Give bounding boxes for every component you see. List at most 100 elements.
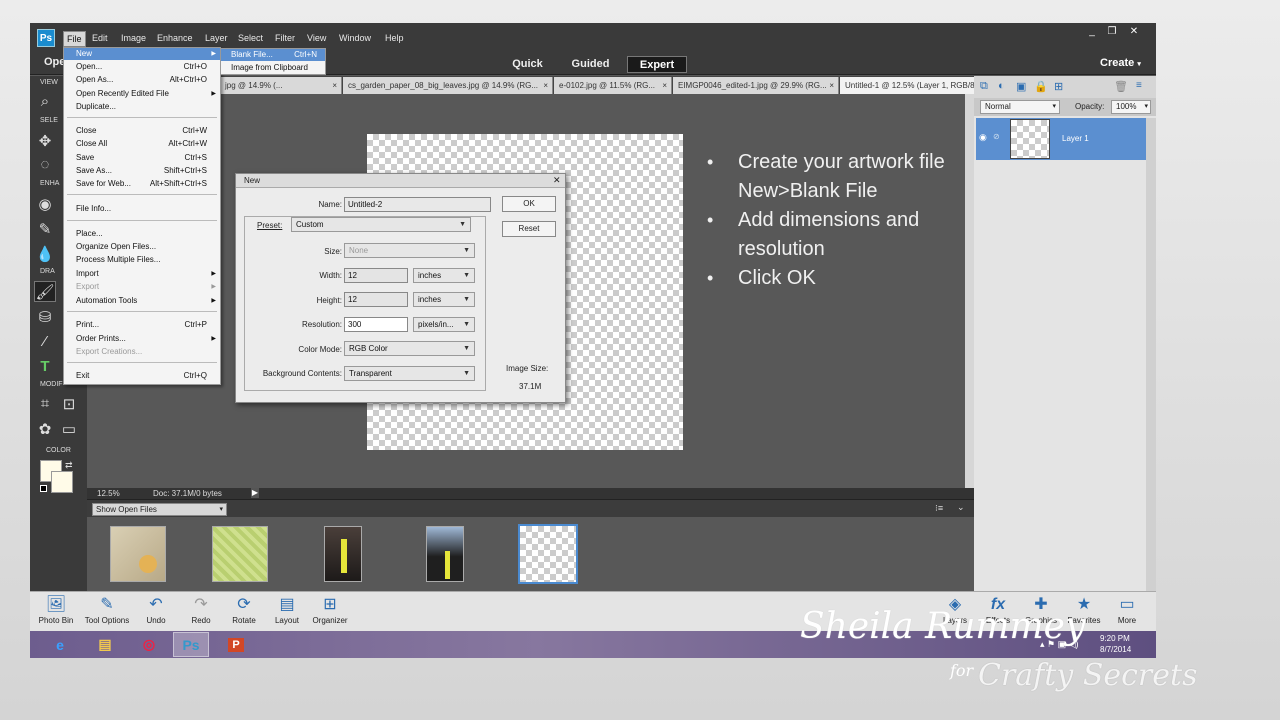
color-mode-select[interactable]: RGB Color ▼ [344, 341, 475, 356]
opacity-field[interactable]: 100% ▾ [1111, 100, 1151, 114]
close-icon[interactable]: ✕ [553, 175, 561, 186]
undo-button[interactable]: ↶ Undo [131, 594, 181, 630]
background-contents-select[interactable]: Transparent ▼ [344, 366, 475, 381]
move-tool-icon[interactable]: ✥ [34, 130, 56, 151]
bin-thumbnail[interactable] [426, 526, 464, 582]
panel-menu-icon[interactable]: ≡ [1136, 80, 1142, 91]
eyedropper-tool-icon[interactable]: ⁄ [34, 331, 56, 352]
new-layer-icon[interactable]: ⧉ [980, 80, 988, 93]
menu-file[interactable]: File [63, 31, 86, 47]
lock-all-icon[interactable]: ⊞ [1054, 80, 1063, 93]
internet-explorer-icon[interactable]: e [42, 632, 78, 657]
menu-select[interactable]: Select [235, 31, 266, 45]
chrome-icon[interactable]: ◎ [131, 632, 167, 657]
organizer-button[interactable]: ⊞ Organizer [305, 594, 355, 630]
brush-tool-icon[interactable]: 🖌 [34, 281, 56, 302]
menu-item-order-prints[interactable]: Order Prints... ▶ [64, 333, 220, 345]
menu-filter[interactable]: Filter [272, 31, 298, 45]
close-tab-icon[interactable]: × [332, 77, 337, 94]
menu-item-image-from-clipboard[interactable]: Image from Clipboard [221, 62, 325, 74]
type-tool-icon[interactable]: T [34, 356, 56, 377]
resolution-field[interactable]: 300 [344, 317, 408, 332]
menu-item-open-as[interactable]: Open As... Alt+Ctrl+O [64, 74, 220, 86]
menu-view[interactable]: View [304, 31, 329, 45]
menu-item-save-as[interactable]: Save As... Shift+Ctrl+S [64, 165, 220, 177]
menu-item-open[interactable]: Open... Ctrl+O [64, 61, 220, 73]
collapse-bin-icon[interactable]: ⌄ [957, 502, 965, 513]
menu-window[interactable]: Window [336, 31, 374, 45]
blend-mode-select[interactable]: Normal ▾ [980, 100, 1060, 114]
menu-item-close-all[interactable]: Close All Alt+Ctrl+W [64, 138, 220, 150]
width-unit-select[interactable]: inches ▼ [413, 268, 475, 283]
recompose-tool-icon[interactable]: ⊡ [58, 393, 80, 414]
bin-thumbnail[interactable] [110, 526, 166, 582]
mode-quick[interactable]: Quick [500, 56, 555, 73]
trash-icon[interactable]: 🗑 [1114, 80, 1128, 93]
mode-expert[interactable]: Expert [627, 56, 687, 73]
blur-tool-icon[interactable]: 💧 [34, 243, 56, 264]
tab-document[interactable]: EIMGP0046_edited-1.jpg @ 29.9% (RG... × [673, 77, 839, 94]
restore-icon[interactable]: ❐ [1102, 26, 1122, 38]
menu-edit[interactable]: Edit [89, 31, 111, 45]
paint-bucket-tool-icon[interactable]: ⛁ [34, 306, 56, 327]
menu-item-print[interactable]: Print... Ctrl+P [64, 319, 220, 331]
menu-item-new[interactable]: New ▶ [64, 48, 220, 60]
menu-item-save[interactable]: Save Ctrl+S [64, 152, 220, 164]
ok-button[interactable]: OK [502, 196, 556, 212]
lock-icon[interactable]: 🔒 [1034, 80, 1048, 93]
resolution-unit-select[interactable]: pixels/in... ▼ [413, 317, 475, 332]
menu-item-process-multiple-files[interactable]: Process Multiple Files... [64, 254, 220, 266]
menu-item-file-info[interactable]: File Info... [64, 203, 220, 215]
menu-item-exit[interactable]: Exit Ctrl+Q [64, 370, 220, 382]
swap-colors-icon[interactable]: ⇄ [65, 460, 73, 471]
bin-thumbnail[interactable] [212, 526, 268, 582]
lasso-tool-icon[interactable]: ◌ [34, 154, 56, 175]
layers-scrollbar[interactable] [1146, 118, 1156, 591]
menu-item-organize-open-files[interactable]: Organize Open Files... [64, 241, 220, 253]
menu-item-place[interactable]: Place... [64, 228, 220, 240]
layer-row[interactable]: ◉ ⊘ Layer 1 [976, 118, 1146, 160]
menu-enhance[interactable]: Enhance [154, 31, 196, 45]
height-field[interactable]: 12 [344, 292, 408, 307]
height-unit-select[interactable]: inches ▼ [413, 292, 475, 307]
default-colors-icon[interactable] [40, 485, 47, 492]
tool-options-button[interactable]: ✎ Tool Options [82, 594, 132, 630]
link-icon[interactable]: ⊘ [993, 132, 1000, 141]
menu-layer[interactable]: Layer [202, 31, 231, 45]
photo-bin-button[interactable]: 🖼 Photo Bin [31, 594, 81, 630]
file-explorer-icon[interactable]: ▤ [87, 632, 123, 657]
menu-help[interactable]: Help [382, 31, 407, 45]
bin-thumbnail[interactable] [324, 526, 362, 582]
menu-image[interactable]: Image [118, 31, 149, 45]
menu-item-close[interactable]: Close Ctrl+W [64, 125, 220, 137]
menu-item-blank-file[interactable]: Blank File... Ctrl+N [221, 49, 325, 61]
tab-document[interactable]: cs_garden_paper_08_big_leaves.jpg @ 14.9… [343, 77, 553, 94]
menu-item-automation-tools[interactable]: Automation Tools ▶ [64, 295, 220, 307]
close-tab-icon[interactable]: × [829, 77, 834, 94]
close-tab-icon[interactable]: × [662, 77, 667, 94]
eye-icon[interactable]: ◉ [979, 132, 987, 143]
menu-item-open-recent[interactable]: Open Recently Edited File ▶ [64, 88, 220, 100]
close-tab-icon[interactable]: × [543, 77, 548, 94]
spot-healing-tool-icon[interactable]: ✎ [34, 218, 56, 239]
tab-document[interactable]: e-0102.jpg @ 11.5% (RG... × [554, 77, 672, 94]
cookie-cutter-tool-icon[interactable]: ✿ [34, 418, 56, 439]
width-field[interactable]: 12 [344, 268, 408, 283]
tab-document[interactable]: jpg @ 14.9% (... × [220, 77, 342, 94]
red-eye-tool-icon[interactable]: ◉ [34, 193, 56, 214]
create-button[interactable]: Create ▾ [1100, 57, 1141, 69]
zoom-tool-icon[interactable]: ⌕ [34, 91, 56, 112]
menu-item-import[interactable]: Import ▶ [64, 268, 220, 280]
bin-menu-icon[interactable]: ⁝≡ [935, 503, 943, 514]
status-arrow-icon[interactable]: ▶ [251, 488, 259, 498]
photoshop-elements-taskbar-icon[interactable]: Ps [173, 632, 209, 657]
powerpoint-icon[interactable]: P [218, 632, 254, 657]
adjustment-layer-icon[interactable]: ◐ [998, 80, 1005, 92]
show-open-files-select[interactable]: Show Open Files ▾ [92, 503, 227, 516]
mode-guided[interactable]: Guided [563, 56, 618, 73]
menu-item-save-for-web[interactable]: Save for Web... Alt+Shift+Ctrl+S [64, 178, 220, 190]
preset-select[interactable]: Custom ▼ [291, 217, 471, 232]
reset-button[interactable]: Reset [502, 221, 556, 237]
close-window-icon[interactable]: ✕ [1124, 26, 1144, 38]
menu-item-duplicate[interactable]: Duplicate... [64, 101, 220, 113]
